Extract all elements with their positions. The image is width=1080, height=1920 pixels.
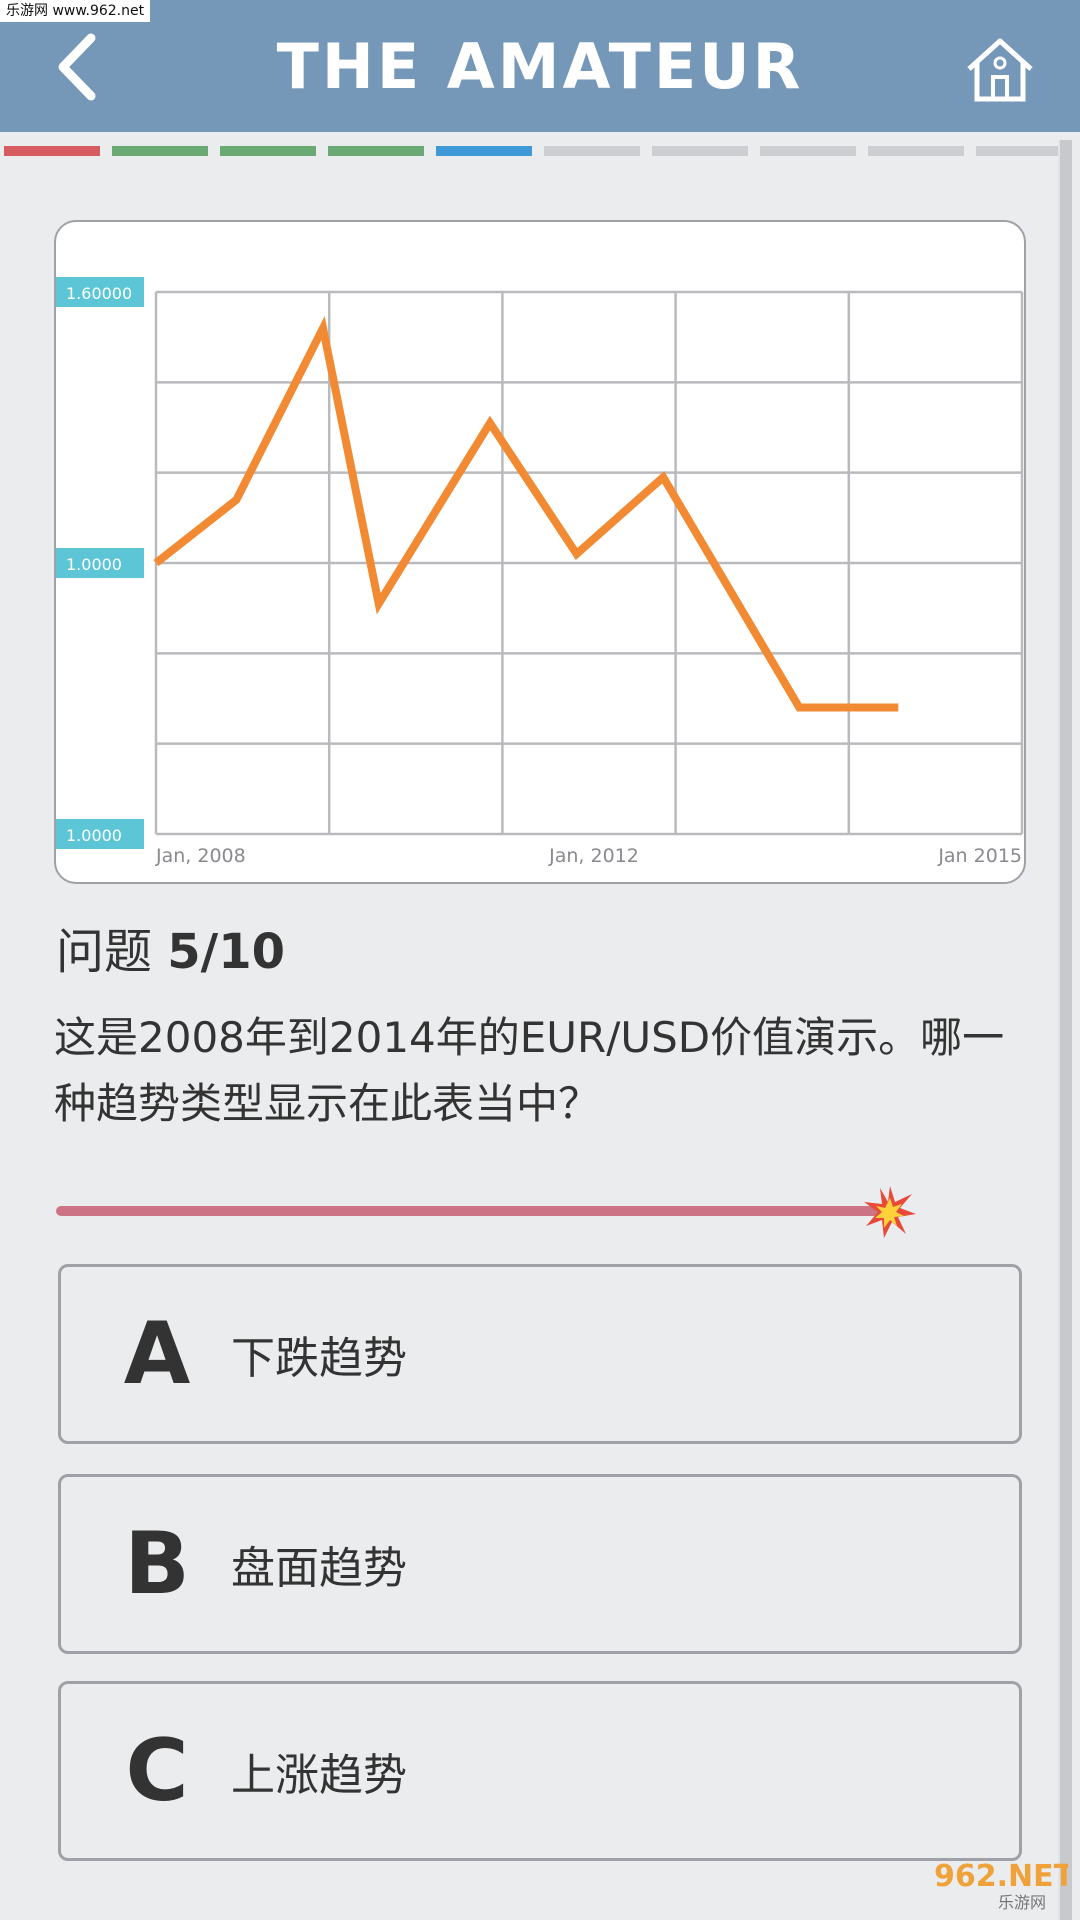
timer-fuse — [56, 1206, 880, 1216]
progress-segment-1 — [4, 146, 100, 156]
progress-segment-7 — [652, 146, 748, 156]
progress-segment-2 — [112, 146, 208, 156]
series-line — [153, 315, 899, 712]
y-tick-label: 1.60000 — [66, 284, 132, 303]
progress-segment-9 — [868, 146, 964, 156]
question-heading: 问题 5/10 — [56, 912, 285, 982]
spark-icon — [864, 1186, 916, 1238]
chevron-left-icon — [58, 33, 96, 101]
option-letter: B — [124, 1514, 190, 1614]
progress-segment-8 — [760, 146, 856, 156]
watermark-text: 乐游网 www.962.net — [0, 0, 151, 22]
question-progress — [0, 146, 1080, 156]
option-label: 盘面趋势 — [231, 1543, 407, 1594]
question-number: 5/10 — [167, 924, 286, 980]
y-tick-label: 1.0000 — [66, 826, 122, 845]
top-bar: THE AMATEUR — [0, 0, 1080, 132]
chart-card: 1.60000 1.0000 1.0000 Jan, 2008 Jan, 2012 Jan… — [54, 220, 1026, 884]
option-letter: A — [123, 1304, 191, 1404]
question-label: 问题 — [56, 924, 153, 980]
question-text: 这是2008年到2014年的EUR/USD价值演示。哪一种趋势类型显示在此表当中… — [54, 1013, 1005, 1128]
progress-segment-5 — [436, 146, 532, 156]
option-letter: C — [125, 1721, 189, 1821]
option-c-button[interactable]: C 上涨趋势 — [58, 1681, 1022, 1861]
x-tick-label: Jan 2015 — [937, 845, 1022, 867]
option-label: 下跌趋势 — [231, 1333, 407, 1384]
back-button[interactable] — [36, 22, 116, 112]
progress-segment-4 — [328, 146, 424, 156]
y-tick-label: 1.0000 — [66, 555, 122, 574]
option-b-button[interactable]: B 盘面趋势 — [58, 1474, 1022, 1654]
x-tick-label: Jan, 2012 — [548, 845, 639, 867]
x-tick-label: Jan, 2008 — [155, 845, 246, 867]
scrollbar[interactable] — [1058, 140, 1072, 1920]
home-button[interactable] — [950, 28, 1050, 112]
option-a-button[interactable]: A 下跌趋势 — [58, 1264, 1022, 1444]
home-icon — [967, 38, 1033, 102]
progress-segment-6 — [544, 146, 640, 156]
watermark-logo-sub: 乐游网 — [998, 1893, 1046, 1912]
option-label: 上涨趋势 — [231, 1750, 407, 1801]
page-title: THE AMATEUR — [276, 29, 804, 103]
watermark-logo-text: 962.NET — [934, 1859, 1068, 1894]
price-chart: 1.60000 1.0000 1.0000 Jan, 2008 Jan, 2012 Jan… — [56, 277, 1024, 867]
progress-segment-3 — [220, 146, 316, 156]
watermark-logo: 962.NET 乐游网 — [928, 1852, 1075, 1914]
countdown-timer — [56, 1180, 956, 1246]
